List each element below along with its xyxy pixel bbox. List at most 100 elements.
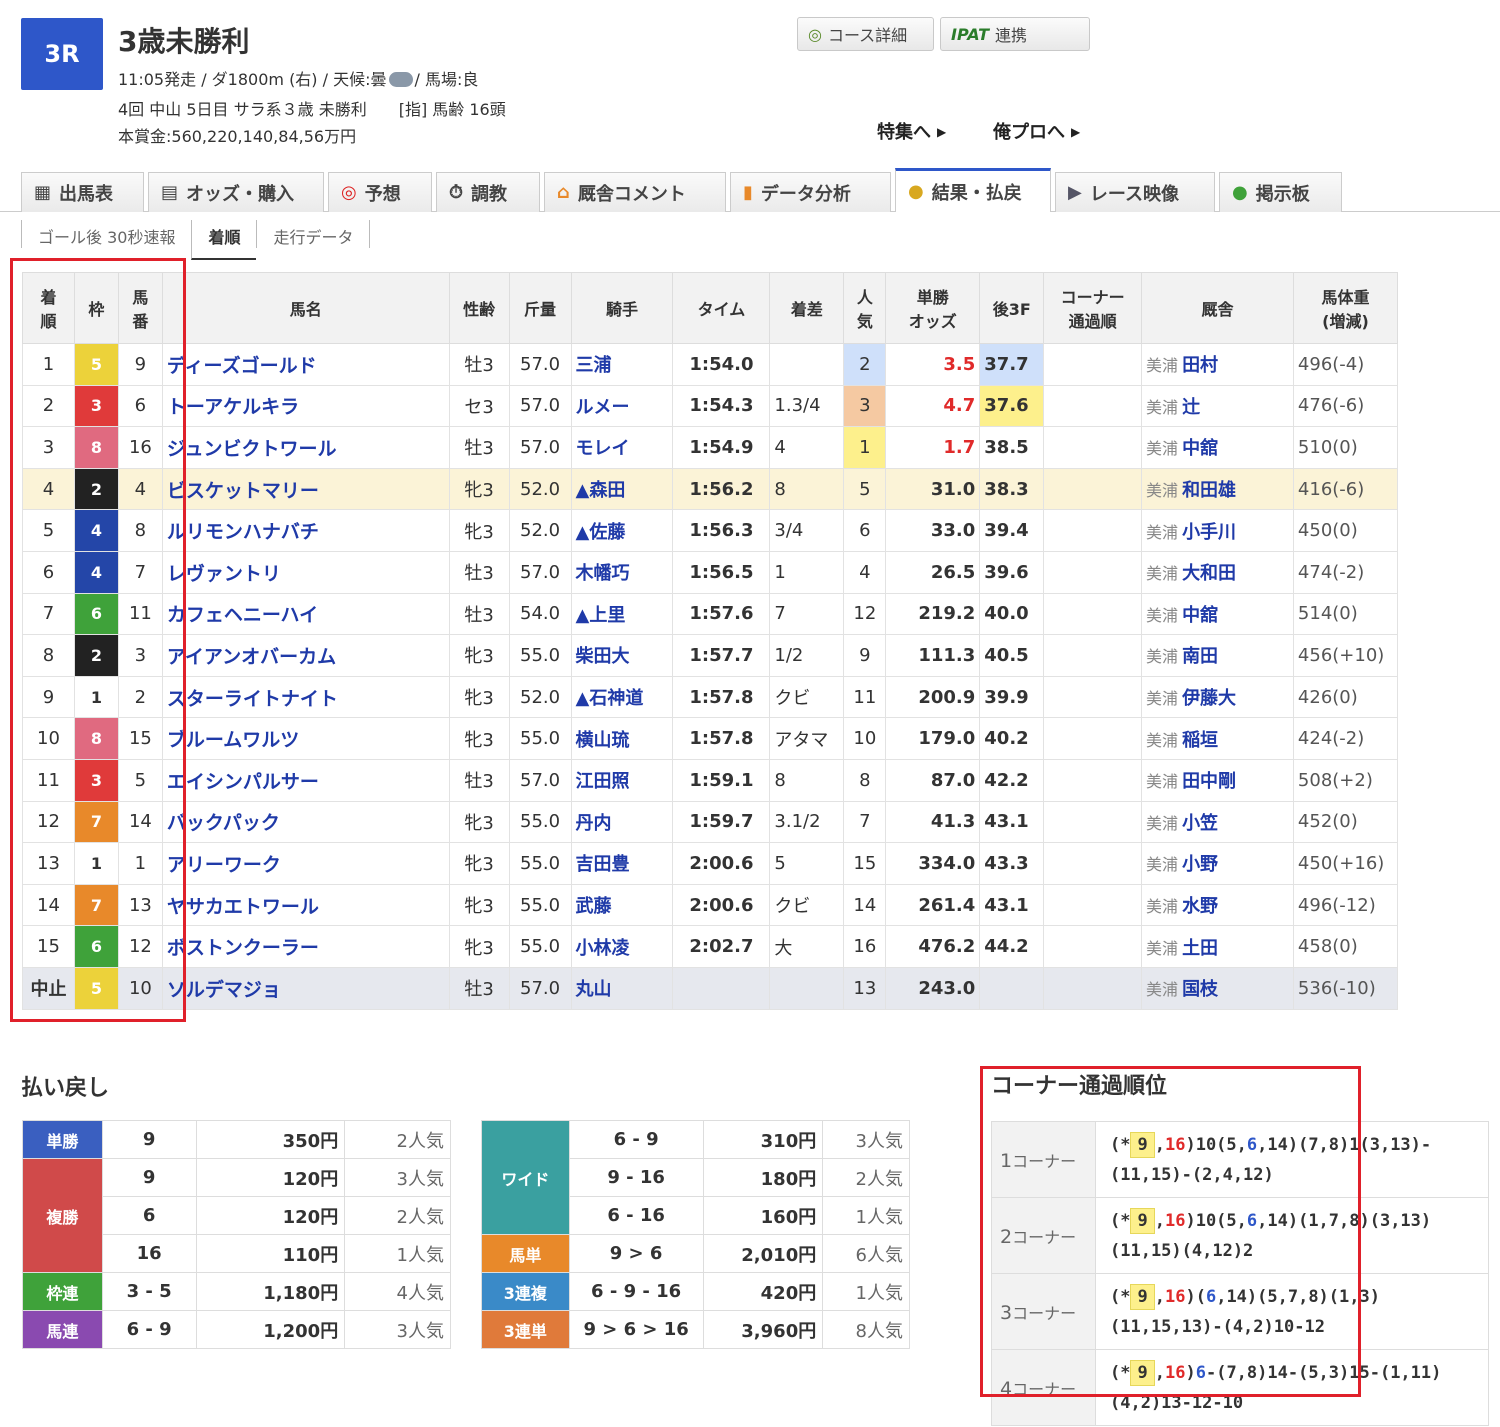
cell-jockey[interactable]: 木幡巧 [570,550,674,594]
cell-trainer[interactable]: 美浦 田村 [1141,343,1294,386]
target-icon: ◎ [341,182,357,203]
subtab-soko[interactable]: 走行データ [256,220,371,248]
cell-odds: 476.2 [885,925,981,968]
col-corner: コーナー 通過順 [1043,272,1143,344]
cell-horse-name[interactable]: ボストンクーラー [161,925,450,968]
col-jockey: 騎手 [570,272,674,344]
cell-trainer[interactable]: 美浦 伊藤大 [1141,675,1294,719]
cell-odds: 200.9 [885,675,981,719]
cell-jockey[interactable]: 丸山 [570,966,674,1010]
tab-result[interactable]: ● 結果・払戻 [895,168,1051,212]
result-row: 15 6 12 ボストンクーラー 牝3 55.0 小林凌 2:02.7 大 16 476.2 44.2… [22,925,1399,968]
cell-margin: 8 [769,467,845,511]
cell-jockey[interactable]: モレイ [570,426,674,469]
payout-amount: 1,200円 [195,1310,346,1349]
cell-horse-name[interactable]: スターライトナイト [161,675,450,719]
tab-chokyo[interactable]: ⏱ 調教 [436,172,540,212]
orepro-link[interactable]: 俺プロへ ▶ [993,118,1080,144]
tab-yoso[interactable]: ◎ 予想 [328,172,432,212]
payout-popularity: 1人気 [344,1234,451,1273]
cell-corner [1043,842,1143,885]
cell-last3f: 39.9 [979,675,1045,719]
subtab-chakujun[interactable]: 着順 [191,220,257,260]
cell-trainer[interactable]: 美浦 小手川 [1141,509,1294,552]
cell-horse-name[interactable]: トーアケルキラ [161,384,450,428]
cell-horse-name[interactable]: ブルームワルツ [161,717,450,760]
cell-trainer[interactable]: 美浦 和田雄 [1141,467,1294,511]
cell-jockey[interactable]: 江田照 [570,758,674,802]
cell-horse-name[interactable]: ビスケットマリー [161,467,450,511]
payout-label: 枠連 [22,1272,103,1311]
tab-board[interactable]: ● 掲示板 [1219,172,1342,212]
cell-jockey[interactable]: 武藤 [570,883,674,927]
cell-horse-name[interactable]: ジュンビクトワール [161,426,450,469]
cell-jockey[interactable]: 横山琉 [570,717,674,760]
payout-popularity: 2人気 [822,1158,910,1197]
cell-corner [1043,550,1143,594]
cell-popularity: 10 [843,717,887,760]
cell-margin: 4 [769,426,845,469]
cell-horse-name[interactable]: ルリモンハナバチ [161,509,450,552]
cell-trainer[interactable]: 美浦 稲垣 [1141,717,1294,760]
cell-trainer[interactable]: 美浦 中舘 [1141,592,1294,636]
cell-horse-name[interactable]: ソルデマジョ [161,966,450,1010]
cell-trainer[interactable]: 美浦辻 [1141,384,1294,428]
result-row: 10 8 15 ブルームワルツ 牝3 55.0 横山琉 1:57.8 アタマ 10 179.0 40.… [22,717,1399,760]
payout-numbers: 9 [101,1158,197,1197]
result-table: 着順 枠 馬番 馬名 性齢 斤量 騎手 タイム 着差 人気 単勝 オッズ 後3F … [22,272,1399,1010]
cell-trainer[interactable]: 美浦 田中剛 [1141,758,1294,802]
cell-trainer[interactable]: 美浦 大和田 [1141,550,1294,594]
cell-jockey[interactable]: ▲石神道 [570,675,674,719]
payout-popularity: 3人気 [344,1310,451,1349]
cell-margin: 3.1/2 [769,800,845,844]
cell-odds: 334.0 [885,842,981,885]
cell-jockey[interactable]: ▲森田 [570,467,674,511]
result-row: 9 1 2 スターライトナイト 牝3 52.0 ▲石神道 1:57.8 クビ 11 200.9 39.… [22,675,1399,719]
cell-popularity: 14 [843,883,887,927]
cell-popularity: 5 [843,467,887,511]
cell-trainer[interactable]: 美浦 小笠 [1141,800,1294,844]
cell-popularity: 4 [843,550,887,594]
cell-trainer[interactable]: 美浦 中舘 [1141,426,1294,469]
cell-horse-name[interactable]: アリーワーク [161,842,450,885]
cell-kinryo: 57.0 [508,384,572,428]
cell-jockey[interactable]: 柴田大 [570,634,674,677]
cell-weight: 458(0) [1292,925,1399,968]
cell-jockey[interactable]: 吉田豊 [570,842,674,885]
cell-trainer[interactable]: 美浦 小野 [1141,842,1294,885]
result-row: 1 5 9 ディーズゴールド 牡3 57.0 三浦 1:54.0 2 3.5 37.7 美浦 田村 496… [22,343,1399,386]
cell-jockey[interactable]: 丹内 [570,800,674,844]
tokushu-link[interactable]: 特集へ ▶ [877,118,946,144]
course-detail-button[interactable]: ◎ コース詳細 [797,17,934,51]
subtab-sokuho[interactable]: ゴール後 30秒速報 [21,220,191,248]
tab-shutuba[interactable]: ▦ 出馬表 [21,172,144,212]
cell-horse-name[interactable]: アイアンオバーカム [161,634,450,677]
ipat-link-button[interactable]: IPAT 連携 [940,17,1090,51]
cell-sex-age: 牝3 [448,883,510,927]
cell-time: 2:00.6 [672,842,771,885]
cell-trainer[interactable]: 美浦 土田 [1141,925,1294,968]
tab-video[interactable]: ▶ レース映像 [1055,172,1215,212]
payout-row: 3連複 6 - 9 - 16 420円 1人気 [481,1272,910,1311]
cell-jockey[interactable]: ルメー [570,384,674,428]
cell-time: 1:57.8 [672,675,771,719]
tab-data[interactable]: ▮ データ分析 [730,172,891,212]
cell-horse-name[interactable]: バックパック [161,800,450,844]
cell-kinryo: 55.0 [508,800,572,844]
cell-jockey[interactable]: ▲佐藤 [570,509,674,552]
cell-horse-name[interactable]: ヤサカエトワール [161,883,450,927]
cell-horse-name[interactable]: カフェヘニーハイ [161,592,450,636]
cell-jockey[interactable]: ▲上里 [570,592,674,636]
cell-horse-name[interactable]: エイシンパルサー [161,758,450,802]
cell-jockey[interactable]: 小林凌 [570,925,674,968]
tab-comment[interactable]: ⌂ 厩舎コメント [544,172,726,212]
cell-kinryo: 54.0 [508,592,572,636]
cell-horse-name[interactable]: ディーズゴールド [161,343,450,386]
cell-jockey[interactable]: 三浦 [570,343,674,386]
cell-trainer[interactable]: 美浦 南田 [1141,634,1294,677]
tab-odds[interactable]: ▤ オッズ・購入 [148,172,324,212]
cell-kinryo: 57.0 [508,426,572,469]
cell-trainer[interactable]: 美浦 国枝 [1141,966,1294,1010]
cell-trainer[interactable]: 美浦 水野 [1141,883,1294,927]
cell-horse-name[interactable]: レヴァントリ [161,550,450,594]
